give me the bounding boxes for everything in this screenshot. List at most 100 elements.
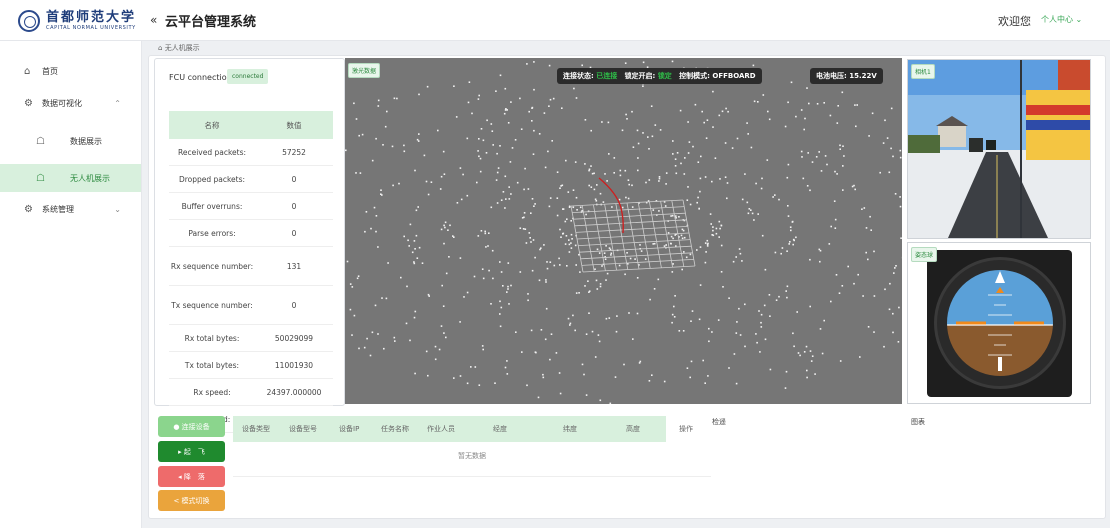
lidar-point [638, 362, 641, 364]
lidar-point [570, 242, 572, 244]
lidar-point [673, 305, 675, 308]
lidar-point [884, 119, 886, 122]
connect-device-button[interactable]: ● 连接设备 [158, 416, 225, 437]
lidar-point [890, 107, 893, 110]
lidar-point [463, 296, 465, 298]
lidar-point [510, 101, 512, 103]
fcu-status-badge: connected [227, 69, 269, 84]
lidar-point [647, 136, 649, 138]
lidar-point [780, 252, 782, 255]
sidebar-item-drone-display[interactable]: ☖ 无人机展示 [0, 164, 141, 192]
lidar-point [528, 110, 530, 113]
lidar-point [894, 193, 897, 195]
pointcloud-canvas[interactable] [345, 58, 902, 404]
lidar-point [406, 285, 408, 288]
mode-switch-label: 模式切换 [181, 496, 210, 505]
lidar-point [601, 265, 603, 267]
lidar-point [837, 105, 839, 107]
land-button[interactable]: ◂ 降 落 [158, 466, 225, 487]
lidar-point [588, 169, 590, 172]
lidar-point [854, 104, 856, 106]
lidar-point [724, 176, 727, 178]
lidar-point [407, 239, 409, 242]
lidar-point [500, 306, 503, 309]
lidar-point [590, 186, 593, 188]
lidar-point [538, 279, 541, 282]
lidar-point [537, 396, 540, 399]
laser-pointcloud-view[interactable]: 激光数据 连接状态: 已连接 锁定开启: 锁定 控制模式: OFFBOARD 电… [345, 58, 902, 404]
lidar-point [584, 119, 587, 121]
lidar-point [884, 288, 886, 291]
lidar-point [381, 297, 383, 299]
breadcrumb[interactable]: ⌂ 无人机展示 [158, 43, 200, 53]
lidar-point [651, 374, 653, 376]
lidar-point [652, 243, 654, 245]
lidar-point [434, 358, 437, 361]
lidar-point [568, 251, 571, 253]
lidar-point [865, 227, 868, 229]
lidar-point [712, 229, 714, 232]
col-device-model: 设备型号 [289, 425, 317, 433]
lidar-point [460, 198, 463, 201]
lidar-point [610, 252, 613, 255]
lidar-point [558, 257, 560, 260]
lidar-point [485, 246, 487, 248]
lidar-point [853, 282, 855, 285]
lidar-point [387, 262, 389, 264]
sidebar-item-data-display[interactable]: ☖ 数据展示 [0, 127, 141, 155]
lidar-point [590, 129, 592, 132]
mode-switch-button[interactable]: < 模式切换 [158, 490, 225, 511]
lidar-point [624, 62, 627, 64]
lidar-point [774, 194, 776, 196]
sidebar-item-label: 系统管理 [42, 204, 74, 214]
lidar-point [505, 198, 507, 200]
sidebar-item-home[interactable]: ⌂ 首页 [0, 57, 141, 85]
lidar-point [374, 304, 377, 307]
lidar-point [574, 161, 577, 163]
lidar-point [675, 215, 677, 217]
lidar-point [699, 177, 702, 180]
collapse-sidebar-icon[interactable]: « [150, 13, 157, 27]
takeoff-button[interactable]: ▸ 起 飞 [158, 441, 225, 462]
sidebar-item-data-visualization[interactable]: ⚙ 数据可视化 ⌃ [0, 89, 141, 117]
lidar-point [391, 145, 394, 148]
lidar-point [823, 319, 825, 322]
lidar-point [459, 321, 461, 323]
lidar-point [427, 193, 430, 196]
attitude-indicator-panel[interactable]: 姿态球 [907, 242, 1091, 404]
lidar-point [482, 139, 485, 142]
lidar-point [893, 272, 895, 274]
lidar-point [478, 155, 480, 158]
camera-view[interactable]: 相机1 [907, 59, 1091, 239]
lidar-point [570, 220, 572, 222]
lidar-point [787, 163, 790, 166]
university-logo[interactable]: 首都师范大学 CAPITAL NORMAL UNIVERSITY [18, 10, 136, 32]
lidar-point [603, 252, 606, 254]
sidebar-item-system-management[interactable]: ⚙ 系统管理 ⌄ [0, 195, 141, 223]
lidar-point [488, 269, 490, 272]
lidar-point [491, 249, 494, 252]
lidar-point [523, 188, 525, 191]
lidar-point [753, 219, 755, 221]
lidar-point [440, 175, 443, 178]
lidar-point [393, 97, 396, 100]
lidar-point [559, 264, 561, 266]
lidar-point [479, 157, 482, 160]
lidar-point [759, 351, 761, 353]
lidar-point [482, 348, 484, 351]
lidar-point [549, 358, 551, 361]
lidar-point [811, 161, 814, 163]
lidar-point [873, 250, 875, 253]
lidar-point [640, 250, 643, 252]
lidar-point [470, 366, 472, 368]
lidar-point [753, 100, 756, 103]
lidar-point [674, 165, 677, 167]
lidar-point [581, 363, 584, 366]
stat-value: 131 [255, 246, 333, 286]
lidar-point [718, 236, 720, 238]
top-bar: 首都师范大学 CAPITAL NORMAL UNIVERSITY « 云平台管理… [0, 0, 1110, 41]
conn-label: 连接状态: [563, 72, 594, 80]
lidar-point [667, 232, 670, 234]
lidar-point [505, 108, 507, 110]
personal-center-menu[interactable]: 个人中心 ⌄ [1041, 14, 1082, 25]
